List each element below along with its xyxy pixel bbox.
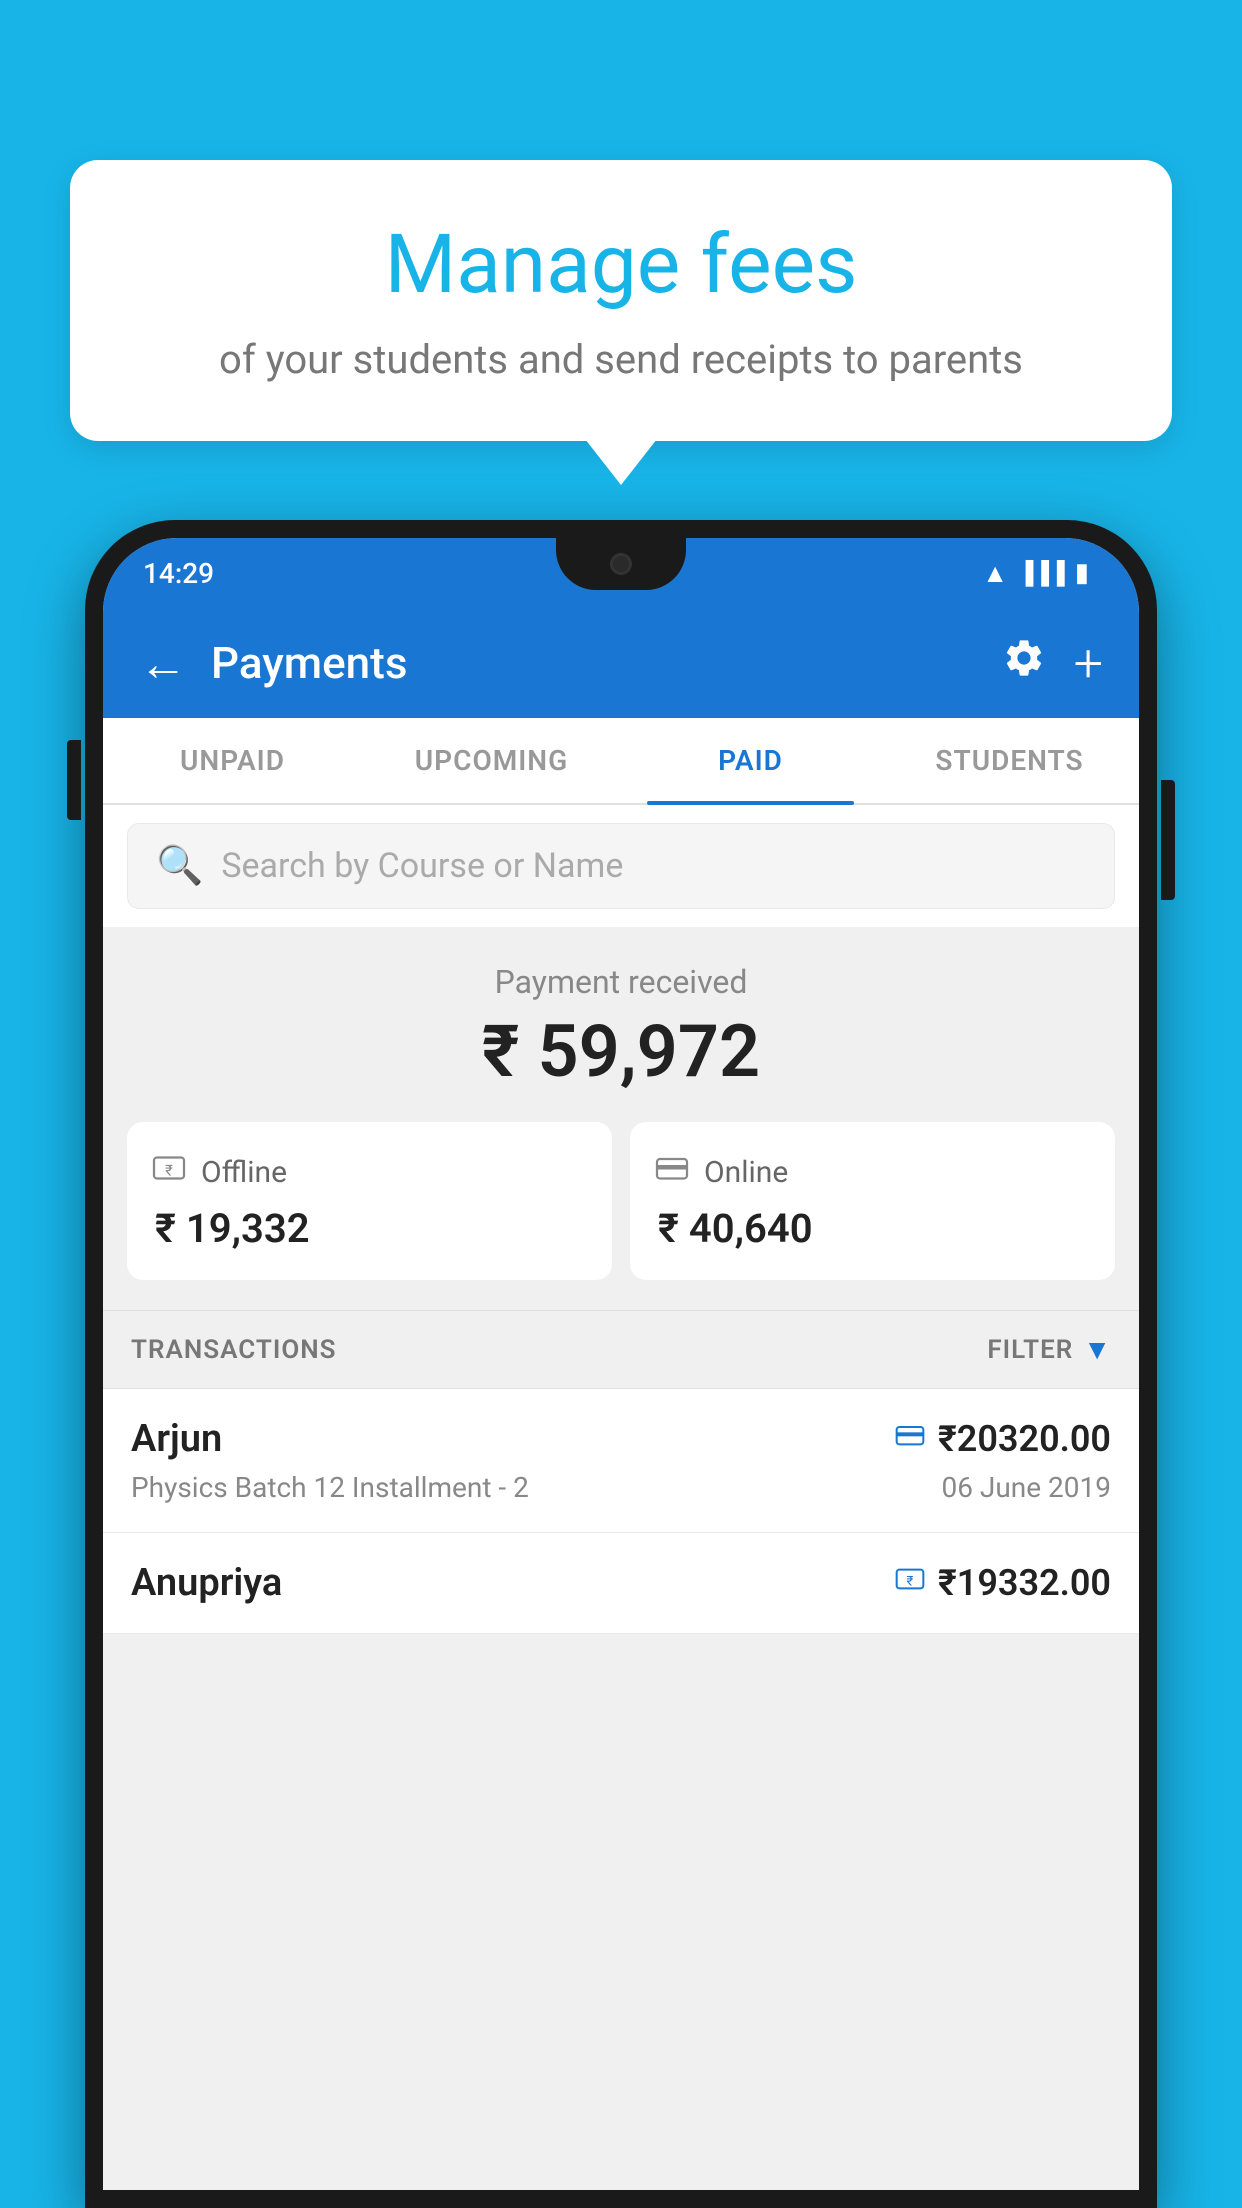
transaction-top-2: Anupriya ₹ ₹19332.00 [131, 1561, 1111, 1605]
offline-payment-icon-2: ₹ [894, 1563, 926, 1603]
transaction-top: Arjun ₹20320.00 [131, 1417, 1111, 1461]
card-payment-icon [894, 1419, 926, 1459]
tab-students[interactable]: STUDENTS [880, 718, 1139, 803]
app-bar-title: Payments [211, 637, 978, 689]
tab-upcoming[interactable]: UPCOMING [362, 718, 621, 803]
offline-card-header: ₹ Offline [151, 1150, 287, 1195]
phone-notch [556, 538, 686, 590]
phone-screen: 14:29 ▲ ▐▐▐ ▮ ← Payments + U [103, 538, 1139, 2190]
offline-payment-card: ₹ Offline ₹ 19,332 [127, 1122, 612, 1280]
transaction-bottom: Physics Batch 12 Installment - 2 06 June… [131, 1471, 1111, 1504]
camera-dot [610, 553, 632, 575]
filter-icon: ▼ [1083, 1333, 1111, 1366]
online-payment-card: Online ₹ 40,640 [630, 1122, 1115, 1280]
transaction-amount: ₹20320.00 [938, 1418, 1111, 1460]
transaction-detail: Physics Batch 12 Installment - 2 [131, 1471, 529, 1504]
search-bar[interactable]: 🔍 Search by Course or Name [127, 823, 1115, 909]
phone-frame: 14:29 ▲ ▐▐▐ ▮ ← Payments + U [85, 520, 1157, 2208]
online-amount: ₹ 40,640 [654, 1205, 813, 1252]
add-button[interactable]: + [1074, 633, 1103, 694]
transaction-amount-container-2: ₹ ₹19332.00 [894, 1562, 1111, 1604]
battery-icon: ▮ [1075, 558, 1089, 588]
payment-cards: ₹ Offline ₹ 19,332 [127, 1122, 1115, 1280]
app-bar-actions: + [1002, 633, 1103, 694]
app-bar: ← Payments + [103, 608, 1139, 718]
tabs-bar: UNPAID UPCOMING PAID STUDENTS [103, 718, 1139, 805]
speech-bubble-subtitle: of your students and send receipts to pa… [120, 334, 1122, 386]
filter-label: FILTER [987, 1335, 1073, 1365]
settings-icon[interactable] [1002, 636, 1046, 691]
wifi-icon: ▲ [982, 558, 1008, 589]
transaction-name: Arjun [131, 1417, 222, 1461]
offline-payment-icon: ₹ [151, 1150, 187, 1195]
tab-paid[interactable]: PAID [621, 718, 880, 803]
tab-unpaid[interactable]: UNPAID [103, 718, 362, 803]
transaction-name-2: Anupriya [131, 1561, 282, 1605]
transaction-amount-container: ₹20320.00 [894, 1418, 1111, 1460]
transaction-row[interactable]: Anupriya ₹ ₹19332.00 [103, 1533, 1139, 1634]
payment-received-label: Payment received [127, 963, 1115, 1001]
offline-label: Offline [201, 1155, 287, 1190]
payment-total-amount: ₹ 59,972 [127, 1009, 1115, 1094]
speech-bubble-title: Manage fees [120, 220, 1122, 310]
transaction-date: 06 June 2019 [941, 1471, 1111, 1504]
signal-icon: ▐▐▐ [1018, 560, 1065, 586]
status-icons: ▲ ▐▐▐ ▮ [982, 558, 1089, 589]
transaction-amount-2: ₹19332.00 [938, 1562, 1111, 1604]
status-time: 14:29 [143, 557, 214, 590]
online-payment-icon [654, 1150, 690, 1195]
transactions-label: TRANSACTIONS [131, 1335, 337, 1365]
online-card-header: Online [654, 1150, 788, 1195]
transactions-header: TRANSACTIONS FILTER ▼ [103, 1310, 1139, 1389]
svg-text:₹: ₹ [165, 1162, 173, 1180]
search-placeholder-text: Search by Course or Name [221, 846, 623, 886]
search-icon: 🔍 [156, 844, 203, 888]
search-container: 🔍 Search by Course or Name [103, 805, 1139, 927]
svg-text:₹: ₹ [906, 1575, 913, 1590]
online-label: Online [704, 1155, 788, 1190]
payment-summary: Payment received ₹ 59,972 ₹ Offline [103, 927, 1139, 1310]
offline-amount: ₹ 19,332 [151, 1205, 310, 1252]
transaction-row[interactable]: Arjun ₹20320.00 Physics Batch 12 Install… [103, 1389, 1139, 1533]
back-button[interactable]: ← [139, 635, 187, 692]
speech-bubble-card: Manage fees of your students and send re… [70, 160, 1172, 441]
filter-button[interactable]: FILTER ▼ [987, 1333, 1111, 1366]
